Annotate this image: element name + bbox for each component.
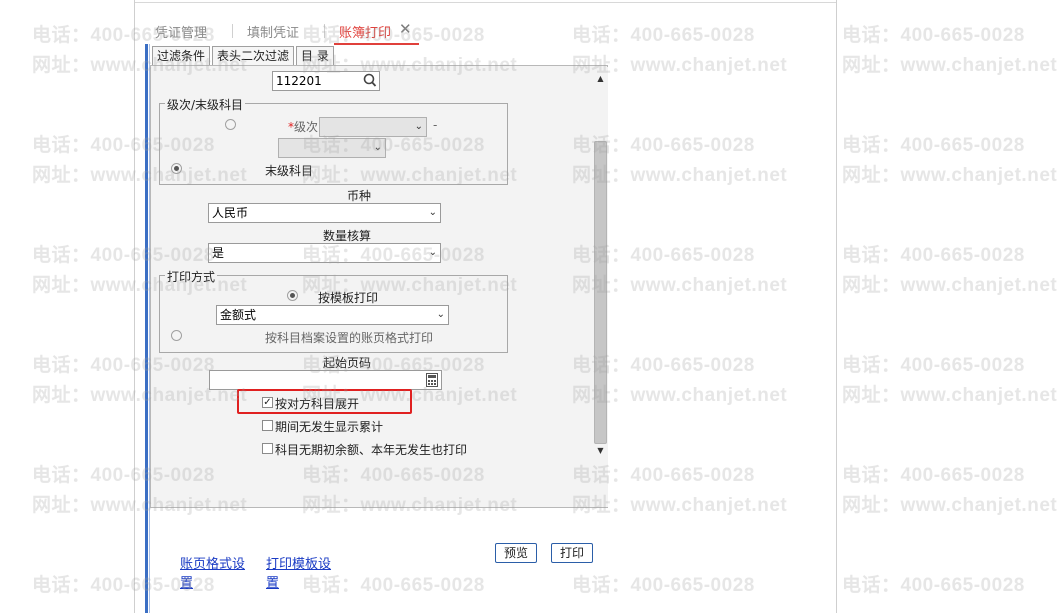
by-archive-label: 按科目档案设置的账页格式打印 <box>265 331 434 345</box>
chevron-down-icon: ⌄ <box>436 309 445 320</box>
filter-panel: 112201 级次/末级科目 *级次 ⌄ - ⌄ 末级科目 币种 人民币 ⌄ 数量… <box>150 65 608 508</box>
watermark-site: 网址：www.chanjet.net <box>842 55 1057 76</box>
last-level-radio[interactable] <box>171 163 182 174</box>
tab-separator <box>324 24 325 38</box>
scroll-thumb[interactable] <box>594 141 607 444</box>
subject-code-input[interactable]: 112201 <box>272 71 380 91</box>
watermark-phone: 电话：400-665-0028 <box>842 25 1025 46</box>
currency-value: 人民币 <box>212 206 249 220</box>
calculator-icon[interactable] <box>426 373 438 392</box>
watermark-phone: 电话：400-665-0028 <box>842 135 1025 156</box>
sub-tab-bar: 过滤条件 表头二次过滤 目 录 <box>152 46 336 66</box>
level-radio[interactable] <box>225 119 236 130</box>
level-range-dash: - <box>433 118 438 132</box>
search-icon[interactable] <box>363 72 377 93</box>
by-archive-radio[interactable] <box>171 330 182 341</box>
show-cumulative-checkbox[interactable] <box>262 420 273 431</box>
scroll-up-arrow-icon[interactable]: ▲ <box>596 74 605 83</box>
last-level-label: 末级科目 <box>265 164 314 178</box>
print-empty-subject-checkbox[interactable] <box>262 443 273 454</box>
active-tab-underline <box>334 43 419 45</box>
by-template-radio[interactable] <box>287 290 298 301</box>
level-group-legend: 级次/末级科目 <box>165 96 246 113</box>
watermark-phone: 电话：400-665-0028 <box>842 465 1025 486</box>
quantity-value: 是 <box>212 246 225 260</box>
highlight-box <box>237 389 412 414</box>
show-cumulative-label: 期间无发生显示累计 <box>275 420 384 434</box>
currency-select[interactable]: 人民币 ⌄ <box>208 203 441 223</box>
tab-fill-voucher[interactable]: 填制凭证 <box>247 22 299 41</box>
scroll-down-arrow-icon[interactable]: ▼ <box>596 446 605 455</box>
subtab-catalog[interactable]: 目 录 <box>296 46 334 66</box>
watermark-phone: 电话：400-665-0028 <box>842 575 1025 596</box>
watermark-site: 网址：www.chanjet.net <box>842 165 1057 186</box>
print-button[interactable]: 打印 <box>551 543 594 563</box>
tab-account-book-print[interactable]: 账簿打印 <box>339 22 391 41</box>
close-icon[interactable]: ✕ <box>399 20 412 38</box>
level-to-select[interactable]: ⌄ <box>278 138 386 158</box>
level-from-select[interactable]: ⌄ <box>319 117 427 137</box>
tab-voucher-management[interactable]: 凭证管理 <box>155 22 207 41</box>
currency-label: 币种 <box>347 189 372 203</box>
quantity-select[interactable]: 是 ⌄ <box>208 243 441 263</box>
template-select[interactable]: 金额式 ⌄ <box>216 305 449 325</box>
level-label: *级次 <box>288 120 319 134</box>
tab-separator <box>232 24 233 38</box>
watermark-site: 网址：www.chanjet.net <box>842 385 1057 406</box>
print-empty-subject-label: 科目无期初余额、本年无发生也打印 <box>275 443 468 457</box>
print-template-settings-link[interactable]: 打印模板设置 <box>266 555 331 593</box>
page-format-settings-link[interactable]: 账页格式设置 <box>180 555 245 593</box>
chevron-down-icon: ⌄ <box>428 207 437 218</box>
template-value: 金额式 <box>220 308 257 322</box>
watermark-phone: 电话：400-665-0028 <box>842 245 1025 266</box>
chevron-down-icon: ⌄ <box>428 247 437 258</box>
preview-button[interactable]: 预览 <box>495 543 538 563</box>
quantity-label: 数量核算 <box>323 229 372 243</box>
by-template-label: 按模板打印 <box>318 291 379 305</box>
top-border <box>135 0 836 3</box>
watermark-phone: 电话：400-665-0028 <box>842 355 1025 376</box>
vertical-scrollbar[interactable]: ▲ ▼ <box>593 67 608 507</box>
subject-code-value: 112201 <box>276 74 322 88</box>
watermark-site: 网址：www.chanjet.net <box>842 275 1057 296</box>
print-mode-legend: 打印方式 <box>165 268 218 285</box>
account-book-print-window: 凭证管理 填制凭证 账簿打印 ✕ 过滤条件 表头二次过滤 目 录 112201 … <box>134 0 837 613</box>
left-accent-bar <box>145 44 148 613</box>
subtab-header-secondary-filter[interactable]: 表头二次过滤 <box>212 46 295 66</box>
start-page-label: 起始页码 <box>323 356 372 370</box>
start-page-input[interactable] <box>209 370 442 390</box>
tab-bar: 凭证管理 填制凭证 账簿打印 ✕ <box>135 18 836 45</box>
watermark-site: 网址：www.chanjet.net <box>842 495 1057 516</box>
subtab-filter-conditions[interactable]: 过滤条件 <box>152 46 211 66</box>
